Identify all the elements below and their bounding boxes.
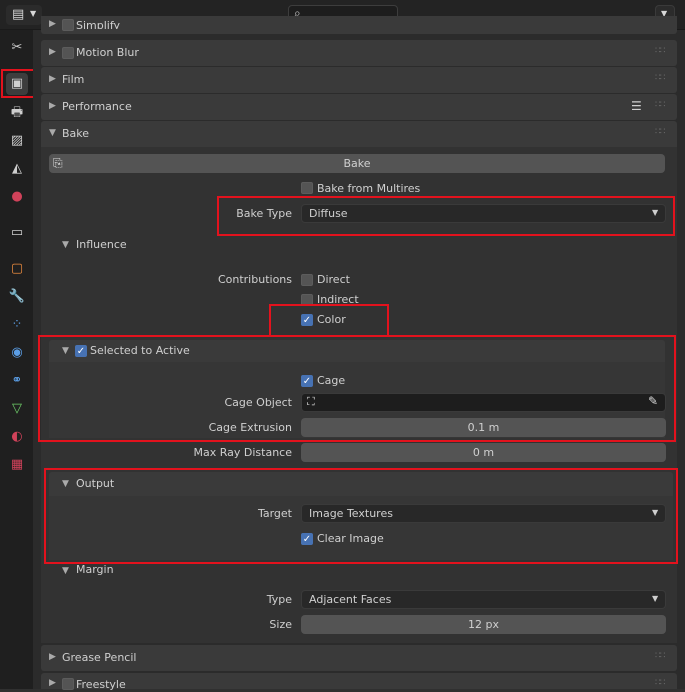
direct-label: Direct <box>317 273 350 286</box>
material-icon[interactable]: ◐ <box>6 426 28 448</box>
simplify-panel-header[interactable]: ▶ Simplify <box>41 16 677 34</box>
bake-from-multires-label: Bake from Multires <box>317 182 421 195</box>
world-icon[interactable]: ● <box>6 186 28 208</box>
data-icon[interactable]: ▽ <box>6 398 28 420</box>
max-ray-distance-value: 0 m <box>472 446 495 459</box>
drag-handle-icon[interactable]: ∷∷ <box>655 651 666 661</box>
bake-button-label: Bake <box>343 157 371 170</box>
margin-type-label: Type <box>266 593 292 606</box>
texture-icon[interactable]: ▦ <box>6 454 28 476</box>
motion-blur-panel-header[interactable]: ▶ Motion Blur ∷∷ <box>41 40 677 66</box>
chevron-down-icon: ▼ <box>49 128 56 138</box>
color-highlight <box>269 304 389 337</box>
view-layer-icon[interactable]: ▨ <box>6 130 28 152</box>
drag-handle-icon[interactable]: ∷∷ <box>655 678 666 688</box>
grease-pencil-panel-header[interactable]: ▶ Grease Pencil ∷∷ <box>41 645 677 671</box>
bake-from-multires-checkbox[interactable] <box>301 182 313 194</box>
drag-handle-icon[interactable]: ∷∷ <box>655 46 666 56</box>
selected-to-active-highlight <box>38 335 676 442</box>
margin-size-field[interactable]: 12 px <box>301 615 666 634</box>
properties-tab-bar: ✂ ▣ 🖶 ▨ ◭ ● ▭ ▢ 🔧 ⁘ ◉ ⚭ ▽ ◐ ▦ <box>0 30 33 689</box>
simplify-checkbox[interactable] <box>62 19 74 31</box>
contributions-label: Contributions <box>217 273 292 286</box>
particles-icon[interactable]: ⁘ <box>6 314 28 336</box>
performance-panel-title: Performance <box>62 100 132 113</box>
physics-icon[interactable]: ◉ <box>6 342 28 364</box>
bake-type-highlight <box>217 196 675 236</box>
chevron-right-icon: ▶ <box>49 74 56 84</box>
object-icon[interactable]: ▢ <box>6 258 28 280</box>
chevron-down-icon: ▼ <box>652 594 659 603</box>
constraints-icon[interactable]: ⚭ <box>6 370 28 392</box>
tool-icon[interactable]: ✂ <box>6 37 28 59</box>
drag-handle-icon[interactable]: ∷∷ <box>655 73 666 83</box>
chevron-down-icon: ▼ <box>30 9 37 18</box>
margin-type-select[interactable]: Adjacent Faces ▼ <box>301 590 666 609</box>
chevron-right-icon: ▶ <box>49 101 56 111</box>
film-panel-title: Film <box>62 73 85 86</box>
output-icon[interactable]: 🖶 <box>6 102 28 124</box>
bake-icon: ⎘ <box>53 156 63 170</box>
grease-pencil-panel-title: Grease Pencil <box>62 651 137 664</box>
freestyle-panel-title: Freestyle <box>76 678 126 691</box>
motion-blur-checkbox[interactable] <box>62 47 74 59</box>
chevron-right-icon: ▶ <box>49 678 56 688</box>
margin-size-label: Size <box>269 618 292 631</box>
chevron-right-icon: ▶ <box>49 47 56 57</box>
film-panel-header[interactable]: ▶ Film ∷∷ <box>41 67 677 93</box>
editor-type-button[interactable]: ▤ ▼ <box>6 5 42 25</box>
bake-panel-header[interactable]: ▼ Bake ∷∷ <box>41 121 677 147</box>
max-ray-distance-field[interactable]: 0 m <box>301 443 666 462</box>
collection-icon[interactable]: ▭ <box>6 222 28 244</box>
margin-subpanel-title[interactable]: Margin <box>76 563 114 577</box>
margin-size-value: 12 px <box>468 618 499 631</box>
chevron-right-icon: ▶ <box>49 19 56 29</box>
margin-type-value: Adjacent Faces <box>309 593 392 606</box>
bake-panel-title: Bake <box>62 127 90 140</box>
modifier-icon[interactable]: 🔧 <box>6 286 28 308</box>
properties-editor-icon: ▤ <box>12 7 25 22</box>
scene-icon[interactable]: ◭ <box>6 158 28 180</box>
freestyle-checkbox[interactable] <box>62 678 74 690</box>
freestyle-panel-header[interactable]: ▶ Freestyle ∷∷ <box>41 673 677 691</box>
chevron-down-icon: ▼ <box>62 240 69 250</box>
drag-handle-icon[interactable]: ∷∷ <box>655 127 666 137</box>
direct-checkbox[interactable] <box>301 274 313 286</box>
simplify-panel-title: Simplify <box>76 19 121 32</box>
motion-blur-panel-title: Motion Blur <box>76 46 139 59</box>
chevron-right-icon: ▶ <box>49 652 56 662</box>
performance-panel-header[interactable]: ▶ Performance ☰ ∷∷ <box>41 94 677 120</box>
bake-button[interactable]: ⎘ Bake <box>49 154 665 173</box>
max-ray-distance-label: Max Ray Distance <box>193 446 292 459</box>
drag-handle-icon[interactable]: ∷∷ <box>655 100 666 110</box>
list-icon[interactable]: ☰ <box>631 99 642 113</box>
chevron-down-icon: ▼ <box>62 566 69 576</box>
output-highlight <box>44 468 678 564</box>
influence-subpanel-title[interactable]: Influence <box>76 238 127 252</box>
